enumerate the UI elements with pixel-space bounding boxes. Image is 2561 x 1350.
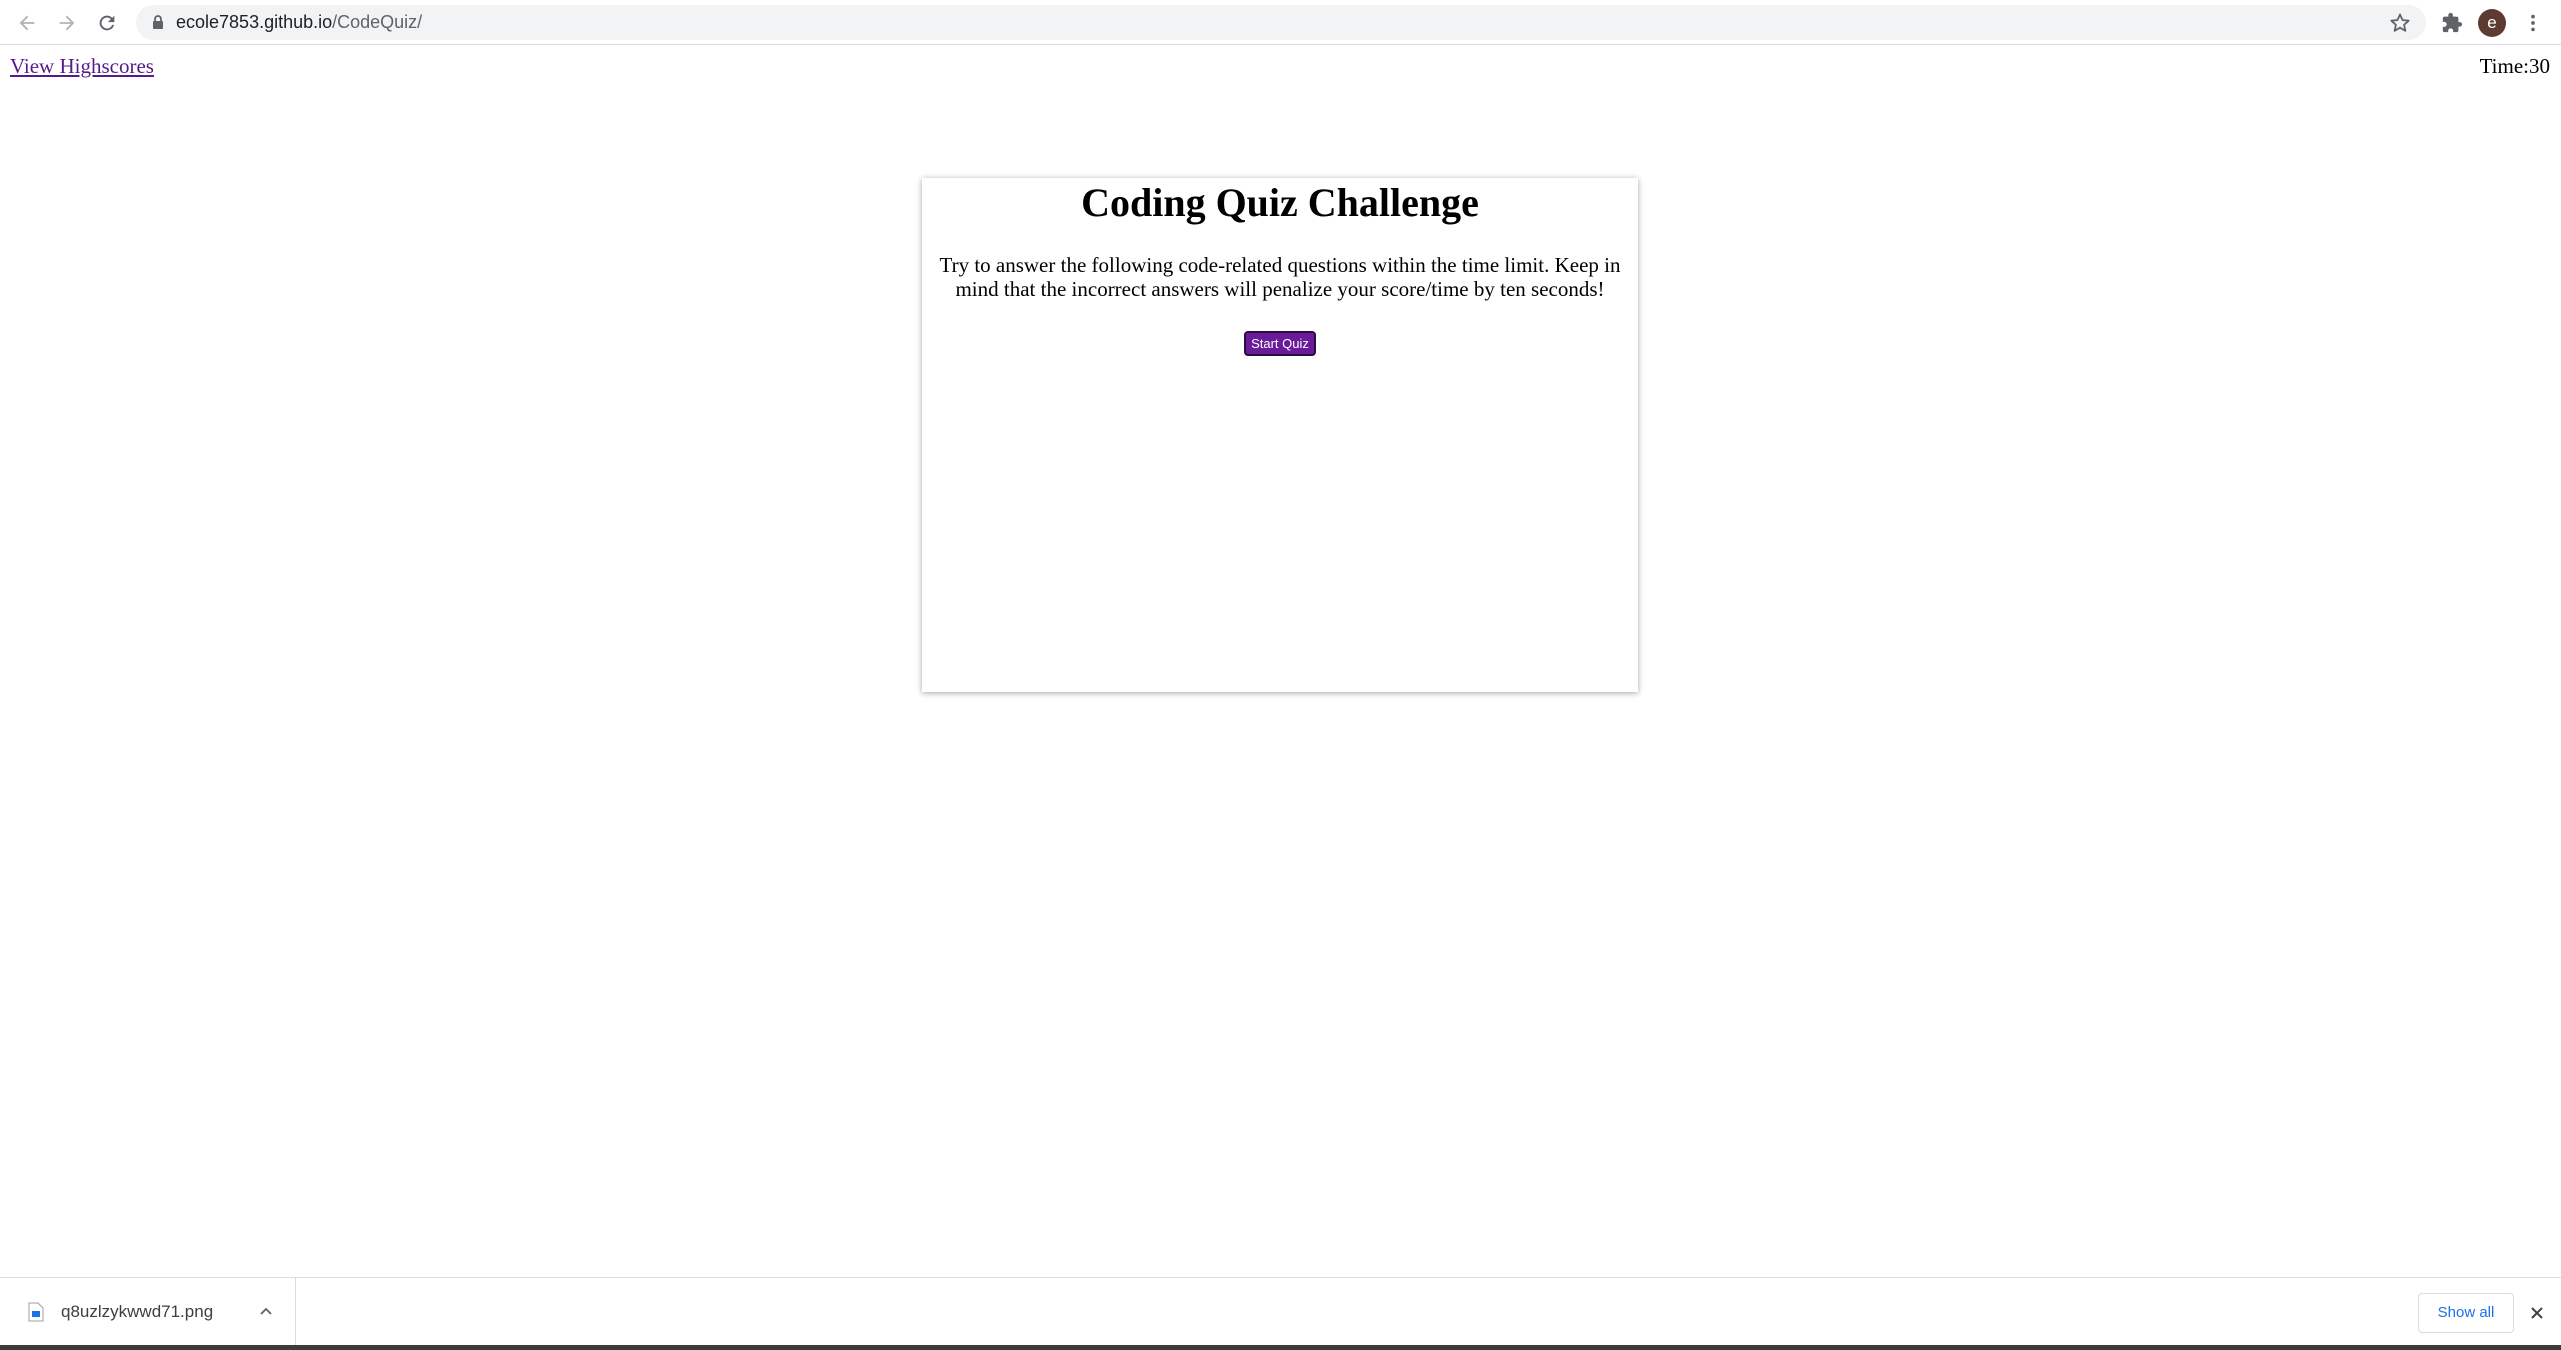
profile-avatar[interactable]: e bbox=[2478, 9, 2506, 37]
puzzle-icon bbox=[2442, 12, 2463, 33]
browser-menu-button[interactable] bbox=[2518, 8, 2548, 38]
back-button[interactable] bbox=[12, 8, 42, 38]
more-vertical-icon bbox=[2531, 14, 2535, 32]
download-shelf: q8uzlzykwwd71.png Show all bbox=[0, 1277, 2561, 1350]
forward-arrow-icon bbox=[59, 15, 75, 31]
url-path: /CodeQuiz/ bbox=[332, 12, 423, 32]
download-file-name: q8uzlzykwwd71.png bbox=[61, 1302, 214, 1321]
start-quiz-button[interactable]: Start Quiz bbox=[1244, 331, 1316, 356]
timer-label: Time: bbox=[2479, 54, 2529, 78]
url-domain: ecole7853.github.io bbox=[176, 12, 333, 32]
browser-toolbar: ecole7853.github.io/CodeQuiz/ e bbox=[0, 0, 2561, 45]
timer-value: 30 bbox=[2529, 54, 2550, 78]
quiz-title: Coding Quiz Challenge bbox=[1081, 180, 1479, 225]
view-highscores-link[interactable]: View Highscores bbox=[10, 54, 154, 79]
chevron-up-icon[interactable] bbox=[258, 1304, 274, 1320]
back-arrow-icon bbox=[19, 15, 35, 31]
show-all-button[interactable]: Show all bbox=[2418, 1293, 2514, 1333]
quiz-timer: Time:30 bbox=[2480, 54, 2550, 79]
forward-button[interactable] bbox=[52, 8, 82, 38]
extensions-button[interactable] bbox=[2437, 8, 2467, 38]
quiz-description: Try to answer the following code-related… bbox=[939, 253, 1621, 301]
taskbar-edge bbox=[0, 1345, 2561, 1350]
address-bar[interactable]: ecole7853.github.io/CodeQuiz/ bbox=[136, 5, 2426, 40]
url-text: ecole7853.github.io/CodeQuiz/ bbox=[176, 5, 422, 40]
close-icon[interactable] bbox=[2527, 1303, 2547, 1323]
lock-icon bbox=[153, 15, 163, 29]
reload-button[interactable] bbox=[92, 8, 122, 38]
image-file-icon bbox=[28, 1302, 44, 1322]
reload-icon bbox=[99, 15, 115, 31]
quiz-card: Coding Quiz Challenge Try to answer the … bbox=[922, 178, 1638, 692]
bookmark-star-icon[interactable] bbox=[2388, 11, 2412, 35]
download-item[interactable]: q8uzlzykwwd71.png bbox=[0, 1278, 296, 1350]
